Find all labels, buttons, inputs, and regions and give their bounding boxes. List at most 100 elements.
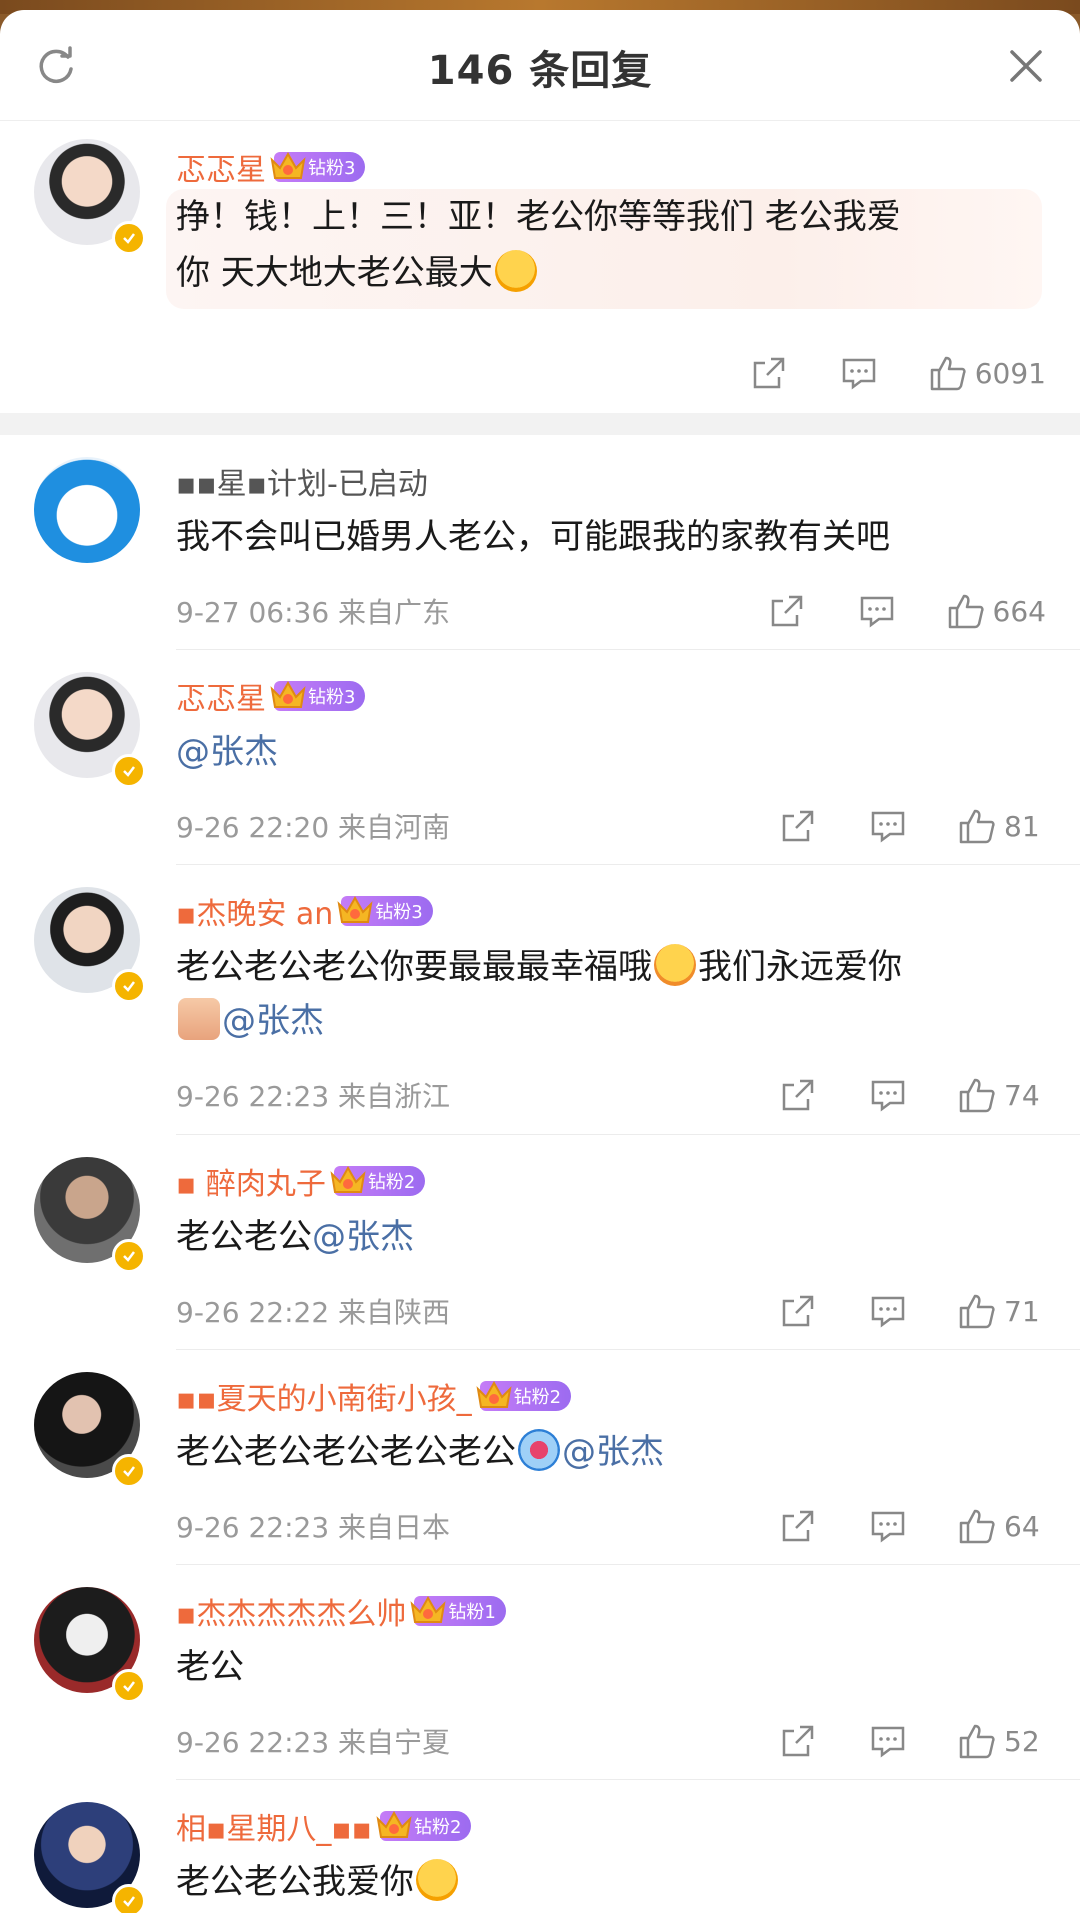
actions: 6091 <box>749 353 1046 393</box>
username[interactable]: 忑忑星 <box>176 674 266 718</box>
meta-info: 9-26 22:22 来自陕西 <box>176 1296 451 1329</box>
like-count: 64 <box>1004 1509 1040 1543</box>
fan-badge-label: 钻粉2 <box>414 1817 462 1838</box>
mention-link[interactable]: @张杰 <box>562 1432 664 1472</box>
comment-icon[interactable] <box>868 1075 908 1115</box>
meta-info: 9-26 22:23 来自日本 <box>176 1511 451 1544</box>
like-button[interactable]: 6091 <box>929 353 1046 393</box>
verified-icon <box>112 969 146 1003</box>
verified-icon <box>112 1884 146 1913</box>
verified-icon <box>112 754 146 788</box>
username-row: 忑忑星 钻粉3 <box>176 145 366 189</box>
thumbs-up-icon <box>959 809 995 844</box>
like-count: 81 <box>1004 809 1040 843</box>
fan-badge: 钻粉3 <box>270 680 366 711</box>
username[interactable]: 相▪星期八_▪▪ <box>176 1804 372 1848</box>
share-icon[interactable] <box>767 591 807 631</box>
comment-icon[interactable] <box>868 1291 908 1331</box>
comment-icon[interactable] <box>868 806 908 846</box>
username-row: 相▪星期八_▪▪ 钻粉2 <box>176 1804 472 1848</box>
crown-icon <box>270 680 306 708</box>
thumbs-up-icon <box>959 1078 995 1113</box>
username[interactable]: ▪杰晚安 an <box>176 889 333 933</box>
username[interactable]: ▪杰杰杰杰杰么帅 <box>176 1589 406 1633</box>
comment-text: 老公老公老公你要最最最幸福哦 我们永远爱你 <box>176 939 902 995</box>
share-icon[interactable] <box>778 806 818 846</box>
username[interactable]: ▪▪夏天的小南街小孩_ <box>176 1374 472 1418</box>
comment-text-content: 老公老公 <box>176 1217 312 1257</box>
sticker-emoji-icon <box>178 998 220 1040</box>
username-row: ▪ 醉肉丸子 钻粉2 <box>176 1159 426 1203</box>
comment-text: @张杰 <box>176 724 278 780</box>
share-icon[interactable] <box>778 1291 818 1331</box>
crown-icon <box>376 1810 412 1838</box>
list-item: ▪ 醉肉丸子 钻粉2 老公老公@张杰 9-26 22:22 来自陕西 71 <box>0 1135 1080 1350</box>
fan-badge-label: 钻粉3 <box>308 687 356 708</box>
actions: 71 <box>778 1291 1046 1331</box>
verified-icon <box>112 1239 146 1273</box>
crown-icon <box>270 151 306 179</box>
fan-badge-label: 钻粉3 <box>308 158 356 179</box>
username[interactable]: 忑忑星 <box>176 145 266 189</box>
top-comment: 忑忑星 钻粉3 挣！钱！上！三！亚！老公你等等我们 老公我爱 你 天大地大老公最… <box>0 121 1080 413</box>
share-icon[interactable] <box>778 1721 818 1761</box>
mention-link[interactable]: @张杰 <box>222 1001 324 1041</box>
share-icon[interactable] <box>778 1075 818 1115</box>
actions: 81 <box>778 806 1046 846</box>
action-row: 6091 <box>176 353 1046 393</box>
share-icon[interactable] <box>778 1506 818 1546</box>
like-count: 52 <box>1004 1724 1040 1758</box>
comment-text-part2: 我们永远爱你 <box>698 947 902 987</box>
share-icon[interactable] <box>749 353 789 393</box>
thumbs-up-icon <box>959 1294 995 1329</box>
comment-text: 老公 <box>176 1647 244 1687</box>
comment-text-part1: 老公老公老公你要最最最幸福哦 <box>176 947 652 987</box>
actions: 74 <box>778 1075 1046 1115</box>
like-button[interactable]: 71 <box>958 1291 1046 1331</box>
like-button[interactable]: 52 <box>958 1721 1046 1761</box>
fan-badge-label: 钻粉2 <box>367 1172 416 1193</box>
mention-link[interactable]: @张杰 <box>176 732 278 772</box>
like-count: 74 <box>1004 1078 1040 1112</box>
comment-text-line2: 你 天大地大老公最大 <box>176 245 539 301</box>
section-divider <box>0 413 1080 435</box>
close-icon[interactable] <box>1006 46 1046 86</box>
username[interactable]: ▪ 醉肉丸子 <box>176 1159 326 1203</box>
action-row: 9-26 22:23 来自浙江 74 <box>176 1075 1046 1115</box>
like-button[interactable]: 664 <box>947 591 1046 631</box>
fan-badge: 钻粉2 <box>330 1165 426 1196</box>
verified-icon <box>112 1454 146 1488</box>
thumbs-up-icon <box>930 356 966 391</box>
like-button[interactable]: 74 <box>958 1075 1046 1115</box>
meta-info: 9-26 22:23 来自浙江 <box>176 1080 451 1113</box>
page-title: 146 条回复 <box>427 48 653 94</box>
comment-text-line2: @张杰 <box>176 993 324 1049</box>
action-row: 9-26 22:23 来自宁夏 52 <box>176 1721 1046 1761</box>
sheet-header: 146 条回复 <box>0 10 1080 121</box>
fan-badge-label: 钻粉1 <box>448 1602 496 1623</box>
list-item: ▪▪夏天的小南街小孩_ 钻粉2 老公老公老公老公老公 @张杰 9-26 22:23… <box>0 1350 1080 1565</box>
actions: 64 <box>778 1506 1046 1546</box>
action-row: 9-26 22:22 来自陕西 71 <box>176 1291 1046 1331</box>
mention-link[interactable]: @张杰 <box>312 1217 414 1257</box>
username-row: ▪▪夏天的小南街小孩_ 钻粉2 <box>176 1374 572 1418</box>
action-row: 9-27 06:36 来自广东 664 <box>176 591 1046 631</box>
comment-icon[interactable] <box>857 591 897 631</box>
comment-list: ​▪▪星▪计划-已启动 我不会叫已婚男人老公，可能跟我的家教有关吧 9-27 0… <box>0 435 1080 1913</box>
comment-icon[interactable] <box>868 1721 908 1761</box>
blue-blob-heart-emoji-icon <box>518 1429 560 1471</box>
replies-sheet: 146 条回复 忑忑星 钻粉3 挣！钱！上！三！亚！老公你等等我们 老公我爱 你… <box>0 10 1080 1913</box>
meta-info: 9-27 06:36 来自广东 <box>176 596 451 629</box>
username-row: ▪杰晚安 an 钻粉3 <box>176 889 433 933</box>
crown-icon <box>410 1595 446 1623</box>
username[interactable]: ​▪▪星▪计划-已启动 <box>176 459 428 503</box>
smiling-hearts-emoji-icon <box>654 944 696 986</box>
avatar[interactable] <box>34 457 140 563</box>
comment-icon[interactable] <box>868 1506 908 1546</box>
comment-text-line2-content: 你 天大地大老公最大 <box>176 253 493 293</box>
comment-icon[interactable] <box>839 353 879 393</box>
like-button[interactable]: 81 <box>958 806 1046 846</box>
fan-badge-label: 钻粉2 <box>513 1387 562 1408</box>
comment-text: 老公老公老公老公老公 @张杰 <box>176 1424 664 1480</box>
like-button[interactable]: 64 <box>958 1506 1046 1546</box>
